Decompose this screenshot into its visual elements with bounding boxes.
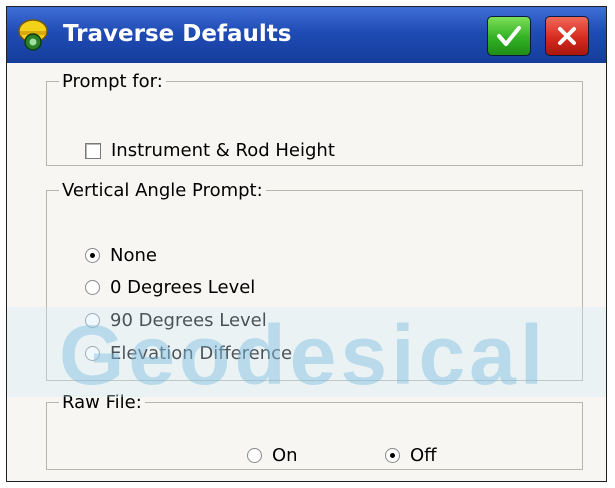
vertical-option-elevation-difference[interactable]: Elevation Difference — [85, 343, 292, 364]
vertical-angle-prompt-group: Vertical Angle Prompt: None 0 Degrees Le… — [46, 180, 583, 381]
raw-file-legend: Raw File: — [62, 392, 142, 413]
vertical-option-label: Elevation Difference — [110, 343, 293, 364]
raw-file-option-off[interactable]: Off — [385, 445, 437, 466]
vertical-option-0-degrees[interactable]: 0 Degrees Level — [85, 277, 255, 298]
prompt-for-legend: Prompt for: — [62, 71, 163, 92]
instrument-rod-height-option[interactable]: Instrument & Rod Height — [85, 140, 335, 161]
raw-file-option-label: Off — [410, 445, 437, 466]
raw-file-group: Raw File: On Off — [46, 392, 583, 470]
raw-file-option-label: On — [272, 445, 298, 466]
close-x-icon — [558, 27, 576, 45]
raw-file-option-on[interactable]: On — [247, 445, 298, 466]
dialog-title: Traverse Defaults — [63, 21, 292, 47]
ok-button[interactable] — [487, 16, 531, 56]
checkmark-icon — [497, 26, 521, 46]
vertical-option-label: None — [110, 245, 157, 266]
surveyor-helmet-icon — [15, 17, 51, 53]
prompt-for-group: Prompt for: Instrument & Rod Height — [46, 71, 583, 166]
close-button[interactable] — [545, 16, 589, 56]
vertical-option-label: 90 Degrees Level — [110, 310, 267, 331]
radio-0-degrees[interactable] — [85, 280, 100, 295]
title-bar: Traverse Defaults — [7, 7, 606, 63]
vertical-option-90-degrees[interactable]: 90 Degrees Level — [85, 310, 267, 331]
radio-none[interactable] — [85, 248, 100, 263]
traverse-defaults-dialog: Traverse Defaults Prompt for: Instrument… — [6, 6, 607, 482]
vertical-option-label: 0 Degrees Level — [110, 277, 256, 298]
vertical-angle-legend: Vertical Angle Prompt: — [62, 180, 263, 201]
radio-on[interactable] — [247, 448, 262, 463]
instrument-rod-height-checkbox[interactable] — [85, 142, 101, 159]
radio-off[interactable] — [385, 448, 400, 463]
radio-elevation-difference[interactable] — [85, 346, 100, 361]
vertical-option-none[interactable]: None — [85, 245, 157, 266]
instrument-rod-height-label: Instrument & Rod Height — [111, 140, 335, 161]
radio-90-degrees[interactable] — [85, 313, 100, 328]
